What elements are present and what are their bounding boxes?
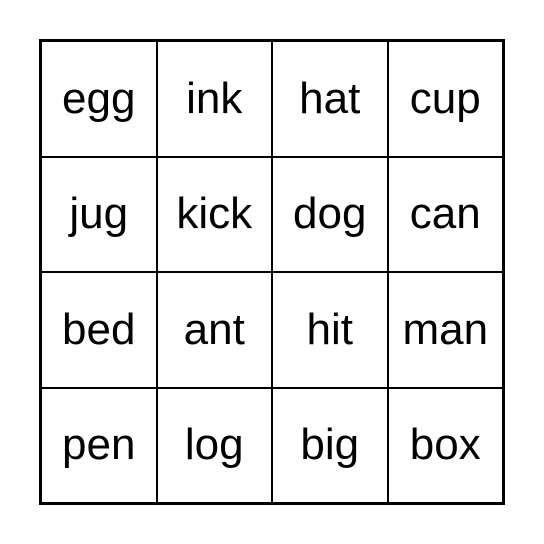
bingo-cell[interactable]: hat	[272, 41, 388, 157]
bingo-card: egg ink hat cup jug kick dog can bed ant hit man pen…	[39, 39, 505, 505]
bingo-cell[interactable]: man	[387, 272, 503, 388]
bingo-cell[interactable]: big	[272, 387, 388, 503]
bingo-cell[interactable]: can	[387, 156, 503, 272]
bingo-cell[interactable]: cup	[387, 41, 503, 157]
bingo-cell[interactable]: bed	[41, 272, 157, 388]
bingo-cell[interactable]: pen	[41, 387, 157, 503]
bingo-cell[interactable]: ant	[156, 272, 272, 388]
bingo-cell[interactable]: jug	[41, 156, 157, 272]
bingo-cell[interactable]: egg	[41, 41, 157, 157]
bingo-cell[interactable]: hit	[272, 272, 388, 388]
bingo-cell[interactable]: log	[156, 387, 272, 503]
bingo-cell[interactable]: dog	[272, 156, 388, 272]
bingo-cell[interactable]: ink	[156, 41, 272, 157]
bingo-cell[interactable]: kick	[156, 156, 272, 272]
bingo-cell[interactable]: box	[387, 387, 503, 503]
